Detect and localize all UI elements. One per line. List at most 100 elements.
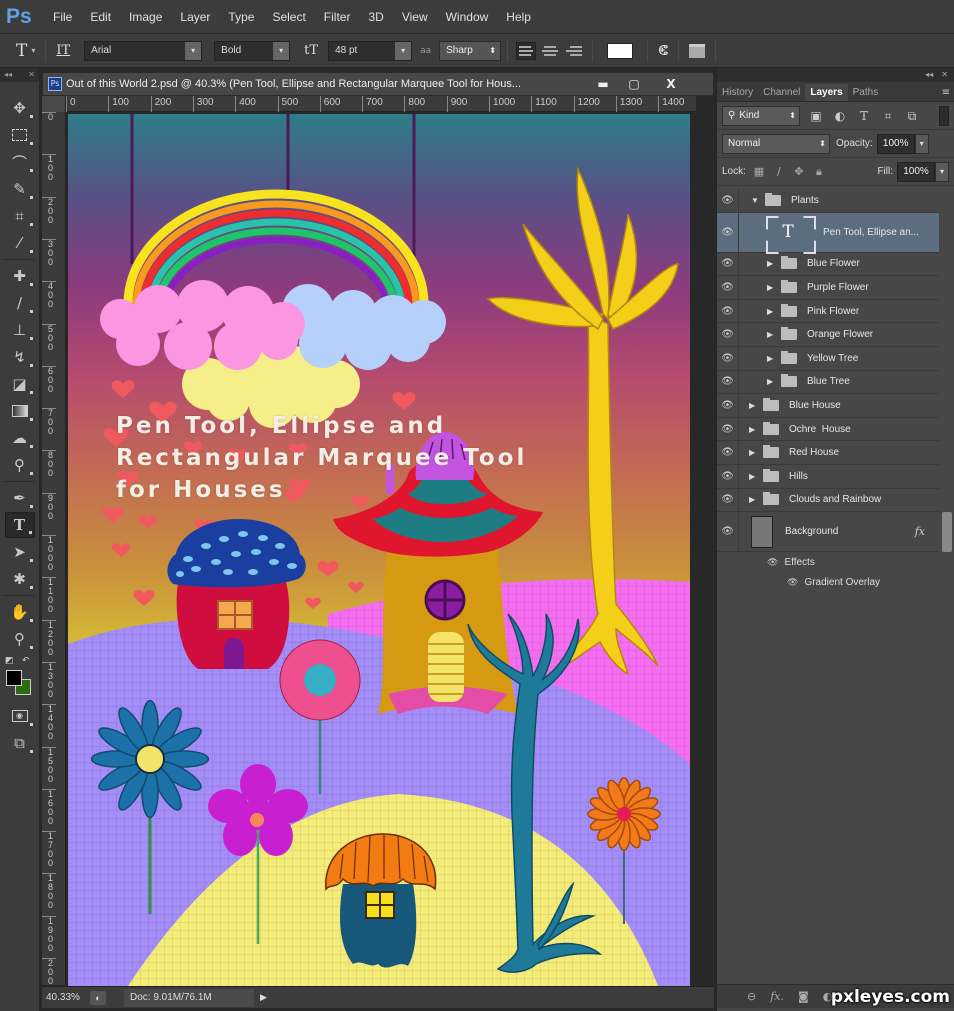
close-panel-icon[interactable]: ✕ xyxy=(941,70,948,80)
layer-group-yellow-tree[interactable]: 👁︎ ▶ Yellow Tree xyxy=(717,346,939,371)
default-colors-icon[interactable]: ◩ xyxy=(5,656,14,666)
close-button[interactable]: X xyxy=(651,75,691,93)
tab-channels[interactable]: Channel xyxy=(758,84,805,101)
expand-triangle-icon[interactable]: ▶ xyxy=(767,307,777,316)
align-right-button[interactable] xyxy=(564,42,584,60)
layer-group-pink-flower[interactable]: 👁︎ ▶ Pink Flower xyxy=(717,299,939,324)
expand-triangle-icon[interactable]: ▶ xyxy=(749,448,759,457)
align-center-button[interactable] xyxy=(540,42,560,60)
align-left-button[interactable] xyxy=(516,41,537,60)
clone-stamp-tool-icon[interactable]: ⊥ xyxy=(5,317,35,343)
visibility-eye-icon[interactable]: 👁︎ xyxy=(717,488,739,512)
antialias-select[interactable]: Sharp ⬍ xyxy=(439,40,502,61)
menu-window[interactable]: Window xyxy=(443,10,492,24)
visibility-eye-icon[interactable]: 👁︎ xyxy=(767,557,778,568)
spot-healing-tool-icon[interactable]: ✚ xyxy=(5,263,35,289)
add-mask-icon[interactable]: ◙ xyxy=(798,990,809,1003)
visibility-eye-icon[interactable]: 👁︎ xyxy=(717,252,739,276)
expand-triangle-icon[interactable]: ▶ xyxy=(749,472,759,481)
foreground-color-swatch[interactable] xyxy=(6,670,22,686)
warp-text-icon[interactable]: ⵞ xyxy=(654,43,672,59)
font-family-select[interactable]: Arial ▾ xyxy=(84,40,203,61)
visibility-eye-icon[interactable]: 👁︎ xyxy=(717,464,739,488)
smart-object-filter-icon[interactable]: ⧉ xyxy=(904,109,920,123)
adjustment-filter-icon[interactable]: ◐ xyxy=(832,109,848,123)
layer-group-blue-house[interactable]: 👁︎ ▶ Blue House xyxy=(717,394,939,418)
preset-dropdown-icon[interactable]: ▾ xyxy=(31,46,35,55)
expand-triangle-icon[interactable]: ▶ xyxy=(767,330,777,339)
menu-help[interactable]: Help xyxy=(503,10,534,24)
effects-row[interactable]: 👁︎ Effects xyxy=(717,552,939,572)
hand-tool-icon[interactable]: ✋ xyxy=(5,599,35,625)
visibility-eye-icon[interactable]: 👁︎ xyxy=(717,299,739,323)
font-size-select[interactable]: 48 pt ▾ xyxy=(328,40,413,61)
layer-filter-select[interactable]: ⚲ Kind ⬍ xyxy=(722,105,800,126)
character-panel-icon[interactable] xyxy=(688,43,705,58)
opacity-input[interactable]: 100% xyxy=(876,133,915,154)
menu-select[interactable]: Select xyxy=(269,10,308,24)
expand-triangle-icon[interactable]: ▶ xyxy=(749,425,759,434)
menu-filter[interactable]: Filter xyxy=(321,10,354,24)
visibility-eye-icon[interactable]: 👁︎ xyxy=(717,346,739,370)
layer-group-plants[interactable]: 👁︎ ▼ Plants xyxy=(717,189,939,213)
expand-triangle-icon[interactable]: ▶ xyxy=(767,354,777,363)
vertical-ruler[interactable]: 0 100 200 300 400 500 600 700 800 900 1000 1100 1200… xyxy=(42,112,66,995)
quick-selection-tool-icon[interactable]: ✎ xyxy=(5,176,35,202)
add-style-icon[interactable]: fx. xyxy=(770,990,784,1003)
visibility-eye-icon[interactable]: 👁︎ xyxy=(717,417,739,441)
zoom-tool-icon[interactable]: ⚲ xyxy=(5,626,35,652)
custom-shape-tool-icon[interactable]: ✱ xyxy=(5,566,35,592)
expand-triangle-icon[interactable]: ▶ xyxy=(767,283,777,292)
menu-file[interactable]: File xyxy=(50,10,75,24)
visibility-eye-icon[interactable]: 👁︎ xyxy=(717,212,739,252)
visibility-eye-icon[interactable]: 👁︎ xyxy=(717,394,739,417)
layer-group-hills[interactable]: 👁︎ ▶ Hills xyxy=(717,464,939,489)
collapse-panel-icon[interactable]: ◂◂ xyxy=(925,70,933,80)
visibility-eye-icon[interactable]: 👁︎ xyxy=(717,276,739,299)
eraser-tool-icon[interactable]: ◪ xyxy=(5,371,35,397)
menu-view[interactable]: View xyxy=(399,10,431,24)
ruler-origin[interactable] xyxy=(42,96,66,112)
layer-group-clouds-and-rainbow[interactable]: 👁︎ ▶ Clouds and Rainbow xyxy=(717,488,939,513)
layers-scrollbar[interactable] xyxy=(942,512,952,552)
pixel-filter-icon[interactable]: ▣ xyxy=(808,109,824,123)
lock-position-icon[interactable]: ✥ xyxy=(792,165,806,179)
expand-triangle-icon[interactable]: ▶ xyxy=(749,495,759,504)
menu-type[interactable]: Type xyxy=(225,10,257,24)
rectangular-marquee-tool-icon[interactable] xyxy=(5,122,35,148)
move-tool-icon[interactable]: ✥ xyxy=(5,95,35,121)
visibility-eye-icon[interactable]: 👁︎ xyxy=(717,370,739,394)
gradient-tool-icon[interactable] xyxy=(5,398,35,424)
visibility-eye-icon[interactable]: 👁︎ xyxy=(787,577,798,588)
status-icon[interactable]: ◐ xyxy=(90,990,106,1005)
document-tab[interactable]: Ps Out of this World 2.psd @ 40.3% (Pen … xyxy=(42,72,714,96)
layer-group-orange-flower[interactable]: 👁︎ ▶ Orange Flower xyxy=(717,323,939,347)
expand-triangle-icon[interactable]: ▶ xyxy=(767,259,777,268)
layer-group-red-house[interactable]: 👁︎ ▶ Red House xyxy=(717,441,939,465)
layer-background[interactable]: 👁︎ Background fx xyxy=(717,512,939,553)
link-layers-icon[interactable]: ⊖ xyxy=(747,990,756,1003)
fill-input[interactable]: 100% xyxy=(897,161,935,182)
type-filter-icon[interactable]: T xyxy=(856,109,872,123)
tab-paths[interactable]: Paths xyxy=(848,84,884,101)
minimize-button[interactable]: ▬ xyxy=(589,75,617,93)
filter-toggle[interactable] xyxy=(939,105,949,126)
effect-gradient-overlay[interactable]: 👁︎ Gradient Overlay xyxy=(717,572,939,592)
opacity-dropdown[interactable]: ▾ xyxy=(914,133,929,154)
status-menu-arrow[interactable]: ▶ xyxy=(260,992,267,1003)
visibility-eye-icon[interactable]: 👁︎ xyxy=(717,441,739,464)
layer-group-blue-tree[interactable]: 👁︎ ▶ Blue Tree xyxy=(717,370,939,395)
fill-dropdown[interactable]: ▾ xyxy=(935,161,949,182)
swap-colors-icon[interactable]: ↶ xyxy=(22,656,30,666)
zoom-level[interactable]: 40.33% xyxy=(42,992,90,1003)
fx-icon[interactable]: fx xyxy=(915,525,925,538)
canvas-text-layer[interactable]: Pen Tool, Ellipse and Rectangular Marque… xyxy=(116,410,527,506)
lock-transparent-icon[interactable]: ▦ xyxy=(752,165,766,179)
text-orientation-icon[interactable]: IT xyxy=(52,43,74,58)
shape-filter-icon[interactable]: ⌗ xyxy=(880,109,896,123)
layer-group-blue-flower[interactable]: 👁︎ ▶ Blue Flower xyxy=(717,252,939,277)
maximize-button[interactable]: ▢ xyxy=(620,75,648,93)
tab-history[interactable]: History xyxy=(717,84,758,101)
path-selection-tool-icon[interactable]: ➤ xyxy=(5,539,35,565)
lock-pixels-icon[interactable]: ∕ xyxy=(772,165,786,179)
